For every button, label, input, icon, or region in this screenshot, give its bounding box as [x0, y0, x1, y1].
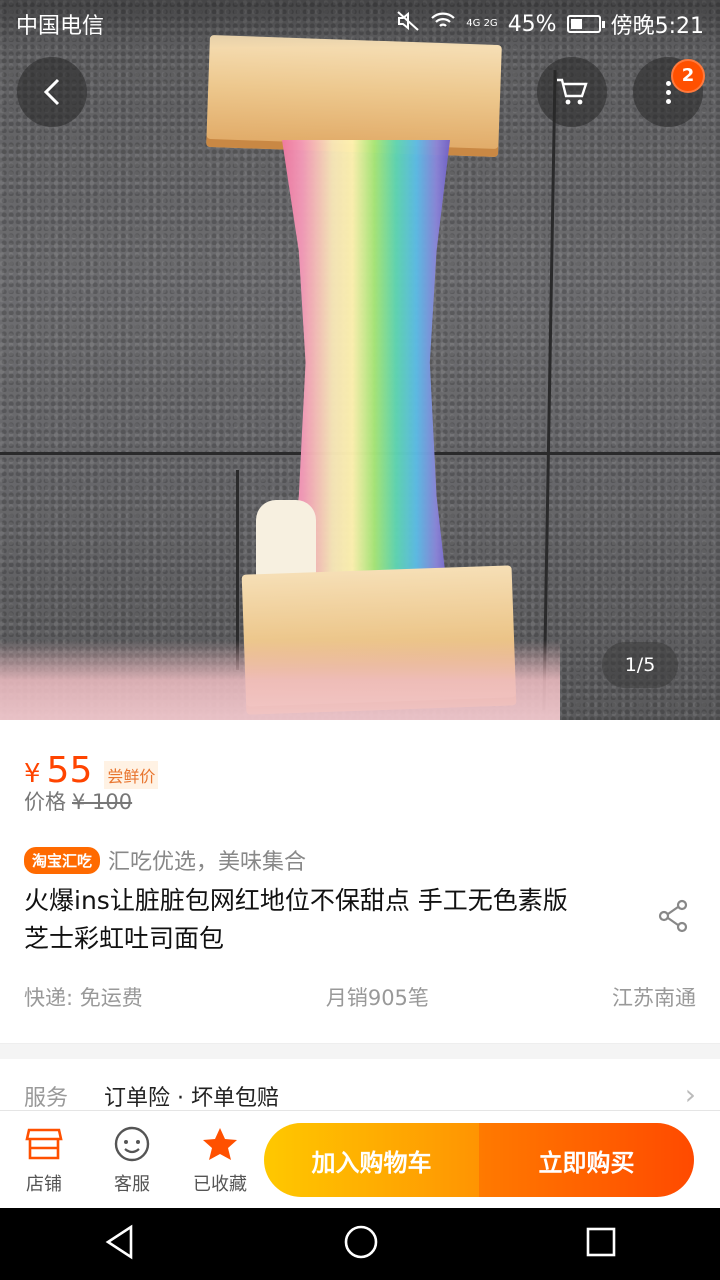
product-title: 火爆ins让脏脏包网红地位不保甜点 手工无色素版芝士彩虹吐司面包: [24, 886, 568, 953]
cart-button[interactable]: [537, 57, 607, 127]
wifi-icon: [430, 11, 456, 37]
promo-text: 汇吃优选，美味集合: [108, 850, 307, 875]
bottom-action-bar: 店铺 客服 已收藏 加入购物车 立即购买: [0, 1110, 720, 1208]
nav-recents-icon[interactable]: [585, 1226, 617, 1262]
purchase-buttons: 加入购物车 立即购买: [264, 1123, 694, 1197]
promo-row[interactable]: 淘宝汇吃 汇吃优选，美味集合: [24, 844, 306, 876]
ship-from-location: 江苏南通: [611, 986, 696, 1010]
original-price-value: ¥ 100: [72, 790, 133, 814]
share-icon: [658, 899, 688, 933]
mute-icon: [396, 10, 420, 38]
status-bar: 中国电信 4G 2G 45% 傍晚5:21: [0, 0, 720, 48]
nav-home-icon[interactable]: [343, 1224, 379, 1264]
currency-symbol: ¥: [24, 759, 41, 789]
plate-edge: [0, 640, 560, 720]
product-image[interactable]: [0, 0, 720, 720]
battery-percent: 45%: [507, 11, 557, 37]
more-vertical-icon: [665, 80, 671, 104]
share-button[interactable]: [654, 896, 694, 936]
price-value: 55: [46, 750, 93, 791]
support-label: 客服: [114, 1173, 150, 1195]
chevron-right-icon: ›: [684, 1078, 696, 1111]
star-icon: [201, 1124, 239, 1164]
cart-icon: [557, 78, 588, 105]
product-detail-screen: 中国电信 4G 2G 45% 傍晚5:21 2 1/5 ¥ 55 尝鲜价 价格 …: [0, 0, 720, 1280]
signal-icon: 4G 2G: [466, 18, 498, 29]
favorite-tab[interactable]: 已收藏: [176, 1111, 264, 1209]
back-button[interactable]: [17, 57, 87, 127]
price-row: ¥ 55 尝鲜价: [24, 750, 159, 791]
carrier-label: 中国电信: [16, 14, 105, 39]
monthly-sales: 月销905笔: [325, 986, 429, 1010]
section-divider: [0, 1043, 720, 1059]
service-row[interactable]: 服务 订单险 · 坏单包赔: [24, 1080, 279, 1112]
image-page-indicator: 1/5: [602, 642, 678, 688]
customer-service-icon: [113, 1124, 151, 1164]
original-price: 价格 ¥ 100: [24, 786, 132, 816]
taobao-huichi-badge: 淘宝汇吃: [24, 846, 101, 874]
chevron-left-icon: [43, 78, 60, 106]
favorite-label: 已收藏: [193, 1173, 247, 1195]
buy-now-button[interactable]: 立即购买: [479, 1123, 694, 1197]
notification-badge: 2: [671, 59, 705, 93]
price-tag: 尝鲜价: [104, 761, 159, 789]
toast-top: [206, 34, 502, 158]
shop-tab[interactable]: 店铺: [0, 1111, 88, 1209]
system-nav-bar: [0, 1208, 720, 1280]
shop-icon: [25, 1124, 63, 1164]
tile-grout: [542, 70, 557, 710]
battery-icon: [566, 15, 605, 33]
more-button[interactable]: 2: [633, 57, 705, 127]
product-info: ¥ 55 尝鲜价 价格 ¥ 100 淘宝汇吃 汇吃优选，美味集合 火爆ins让脏脏…: [0, 720, 720, 1112]
support-tab[interactable]: 客服: [88, 1111, 176, 1209]
add-to-cart-button[interactable]: 加入购物车: [264, 1123, 479, 1197]
service-value: 订单险 · 坏单包赔: [104, 1086, 279, 1111]
original-price-label: 价格: [24, 790, 66, 814]
service-label: 服务: [24, 1086, 69, 1111]
shipping-info: 快递: 免运费: [24, 986, 143, 1010]
nav-back-icon[interactable]: [103, 1224, 137, 1264]
shop-label: 店铺: [26, 1173, 62, 1195]
shipping-sales-location: 快递: 免运费 月销905笔 江苏南通: [24, 982, 696, 1012]
clock: 傍晚5:21: [610, 14, 704, 39]
